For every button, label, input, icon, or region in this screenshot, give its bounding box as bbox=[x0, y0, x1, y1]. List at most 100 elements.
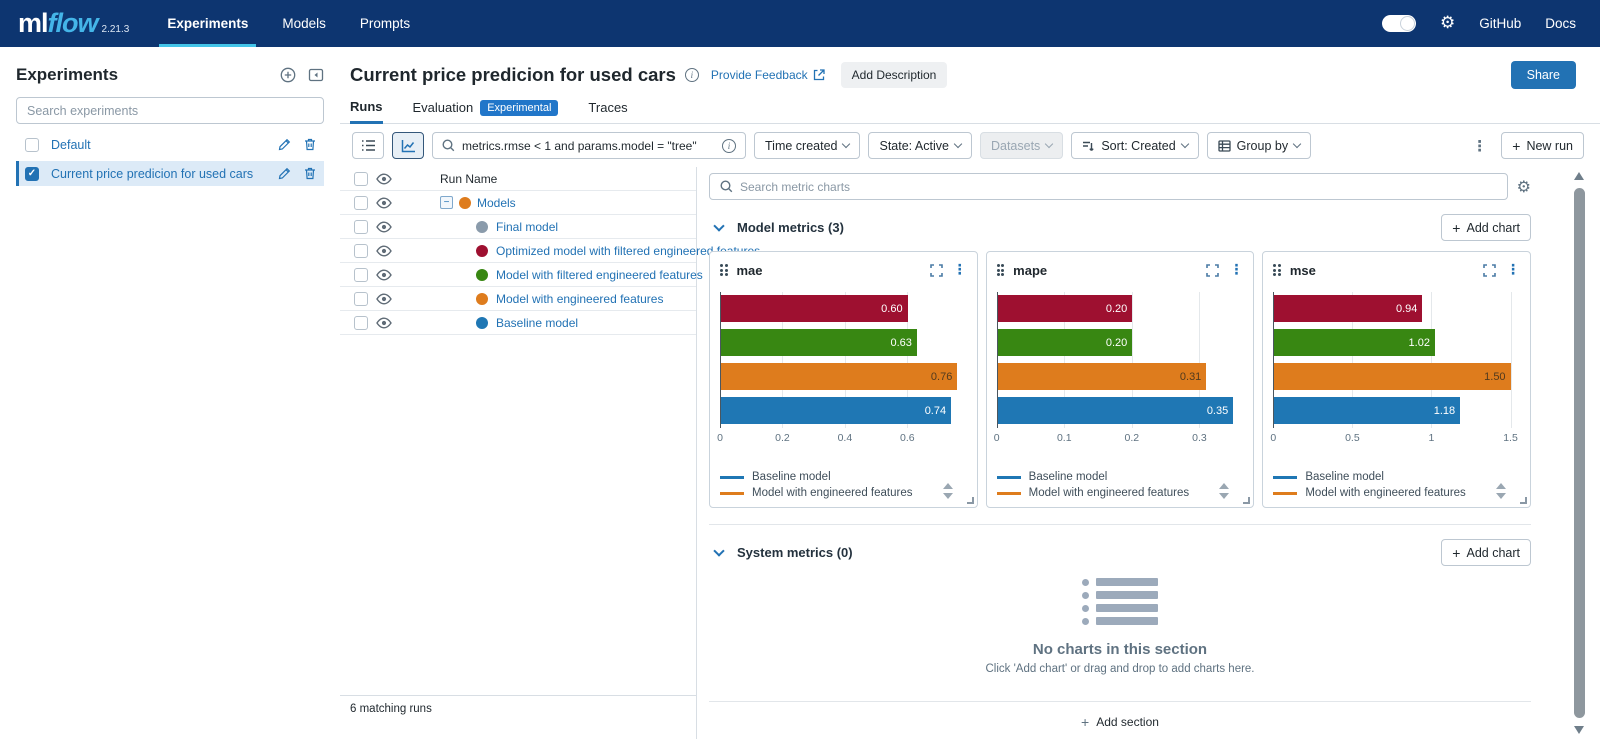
charts-scrollbar[interactable] bbox=[1573, 172, 1586, 734]
experiment-checkbox[interactable] bbox=[25, 138, 39, 152]
legend-scroll-up-icon[interactable] bbox=[1219, 483, 1229, 489]
legend-scroll-down-icon[interactable] bbox=[943, 493, 953, 499]
plus-icon: + bbox=[1512, 139, 1520, 153]
chevron-down-icon bbox=[954, 140, 962, 148]
run-checkbox[interactable] bbox=[354, 220, 368, 234]
nav-tab-experiments[interactable]: Experiments bbox=[167, 0, 248, 47]
run-visibility-eye-icon[interactable] bbox=[376, 269, 408, 281]
experiment-name-link[interactable]: Current price predicion for used cars bbox=[51, 167, 266, 181]
new-run-button[interactable]: +New run bbox=[1501, 132, 1584, 159]
legend-item[interactable]: Model with engineered features bbox=[1273, 487, 1496, 499]
experiment-list-item[interactable]: ✓ Current price predicion for used cars bbox=[16, 161, 324, 186]
tab-runs[interactable]: Runs bbox=[350, 99, 383, 124]
bar-value-label: 1.50 bbox=[1484, 371, 1505, 383]
experiment-list-item[interactable]: Default bbox=[16, 132, 324, 157]
runs-search-input[interactable] bbox=[462, 139, 715, 153]
github-link[interactable]: GitHub bbox=[1479, 16, 1521, 31]
legend-item[interactable]: Baseline model bbox=[997, 471, 1220, 483]
collapse-sidebar-icon[interactable] bbox=[308, 67, 324, 83]
run-checkbox[interactable] bbox=[354, 196, 368, 210]
bar-value-label: 0.35 bbox=[1207, 405, 1228, 417]
run-checkbox[interactable] bbox=[354, 316, 368, 330]
drag-handle-icon[interactable] bbox=[997, 264, 1005, 276]
search-info-icon[interactable]: i bbox=[722, 139, 736, 153]
legend-scroll-down-icon[interactable] bbox=[1219, 493, 1229, 499]
chart-menu-icon[interactable]: ⋮ bbox=[953, 262, 967, 278]
search-experiments-input[interactable] bbox=[16, 97, 324, 124]
legend-item[interactable]: Baseline model bbox=[720, 471, 943, 483]
toolbar-overflow-menu[interactable]: ⋮ bbox=[1466, 137, 1493, 155]
theme-toggle[interactable] bbox=[1382, 15, 1416, 32]
chart-legend: Baseline model Model with engineered feat… bbox=[720, 471, 967, 499]
legend-label: Model with engineered features bbox=[1029, 487, 1189, 499]
scroll-down-arrow[interactable] bbox=[1574, 726, 1584, 734]
run-name-link[interactable]: Model with engineered features bbox=[496, 292, 663, 306]
run-visibility-eye-icon[interactable] bbox=[376, 317, 408, 329]
scroll-up-arrow[interactable] bbox=[1574, 172, 1584, 180]
docs-link[interactable]: Docs bbox=[1545, 16, 1576, 31]
expand-chart-icon[interactable] bbox=[1206, 264, 1219, 277]
chevron-down-icon bbox=[1293, 140, 1301, 148]
provide-feedback-link[interactable]: Provide Feedback bbox=[711, 68, 825, 82]
charts-settings-gear-icon[interactable]: ⚙ bbox=[1517, 177, 1531, 196]
legend-item[interactable]: Model with engineered features bbox=[997, 487, 1220, 499]
delete-experiment-icon[interactable] bbox=[304, 167, 316, 180]
legend-scroll-down-icon[interactable] bbox=[1496, 493, 1506, 499]
collapse-section-icon[interactable] bbox=[713, 220, 724, 231]
mlflow-logo[interactable]: mlflow 2.21.3 bbox=[18, 8, 129, 39]
nav-tab-models[interactable]: Models bbox=[282, 0, 326, 47]
add-section-button[interactable]: +Add section bbox=[1081, 715, 1159, 729]
experiment-name-link[interactable]: Default bbox=[51, 138, 266, 152]
run-checkbox[interactable] bbox=[354, 244, 368, 258]
run-name-link[interactable]: Model with filtered engineered features bbox=[496, 268, 703, 282]
tab-evaluation[interactable]: Evaluation Experimental bbox=[413, 99, 559, 123]
rename-experiment-icon[interactable] bbox=[278, 167, 291, 180]
legend-item[interactable]: Model with engineered features bbox=[720, 487, 943, 499]
add-chart-button[interactable]: +Add chart bbox=[1441, 539, 1531, 566]
legend-scroll-up-icon[interactable] bbox=[943, 483, 953, 489]
legend-item[interactable]: Baseline model bbox=[1273, 471, 1496, 483]
chart-view-button[interactable] bbox=[392, 132, 424, 159]
scrollbar-thumb[interactable] bbox=[1574, 188, 1585, 718]
group-by-button[interactable]: Group by bbox=[1207, 132, 1311, 159]
run-checkbox[interactable] bbox=[354, 292, 368, 306]
resize-handle[interactable] bbox=[967, 497, 974, 504]
add-description-button[interactable]: Add Description bbox=[841, 62, 948, 88]
run-visibility-eye-icon[interactable] bbox=[376, 293, 408, 305]
chart-menu-icon[interactable]: ⋮ bbox=[1506, 262, 1520, 278]
metric-charts-search-input[interactable] bbox=[740, 180, 1497, 194]
settings-gear-icon[interactable]: ⚙ bbox=[1440, 15, 1455, 32]
legend-scroll-up-icon[interactable] bbox=[1496, 483, 1506, 489]
resize-handle[interactable] bbox=[1520, 497, 1527, 504]
expand-chart-icon[interactable] bbox=[930, 264, 943, 277]
expand-chart-icon[interactable] bbox=[1483, 264, 1496, 277]
run-visibility-eye-icon[interactable] bbox=[376, 197, 408, 209]
visibility-column-eye-icon[interactable] bbox=[376, 173, 408, 185]
list-view-button[interactable] bbox=[352, 132, 384, 159]
run-name-link[interactable]: Baseline model bbox=[496, 316, 578, 330]
run-name-link[interactable]: Final model bbox=[496, 220, 558, 234]
add-chart-button[interactable]: +Add chart bbox=[1441, 214, 1531, 241]
rename-experiment-icon[interactable] bbox=[278, 138, 291, 151]
experiment-info-icon[interactable]: i bbox=[685, 68, 699, 82]
delete-experiment-icon[interactable] bbox=[304, 138, 316, 151]
select-all-checkbox[interactable] bbox=[354, 172, 368, 186]
collapse-section-icon[interactable] bbox=[713, 545, 724, 556]
sort-button[interactable]: Sort: Created bbox=[1071, 132, 1198, 159]
time-created-filter[interactable]: Time created bbox=[754, 132, 860, 159]
resize-handle[interactable] bbox=[1243, 497, 1250, 504]
run-name-link[interactable]: Models bbox=[477, 196, 516, 210]
run-visibility-eye-icon[interactable] bbox=[376, 245, 408, 257]
chart-menu-icon[interactable]: ⋮ bbox=[1229, 262, 1243, 278]
drag-handle-icon[interactable] bbox=[720, 264, 728, 276]
run-checkbox[interactable] bbox=[354, 268, 368, 282]
tab-traces[interactable]: Traces bbox=[588, 99, 627, 123]
state-filter[interactable]: State: Active bbox=[868, 132, 971, 159]
run-visibility-eye-icon[interactable] bbox=[376, 221, 408, 233]
new-experiment-icon[interactable] bbox=[280, 67, 296, 83]
collapse-group-icon[interactable]: − bbox=[440, 196, 453, 209]
nav-tab-prompts[interactable]: Prompts bbox=[360, 0, 410, 47]
share-button[interactable]: Share bbox=[1511, 61, 1576, 89]
experiment-checkbox[interactable]: ✓ bbox=[25, 167, 39, 181]
drag-handle-icon[interactable] bbox=[1273, 264, 1281, 276]
